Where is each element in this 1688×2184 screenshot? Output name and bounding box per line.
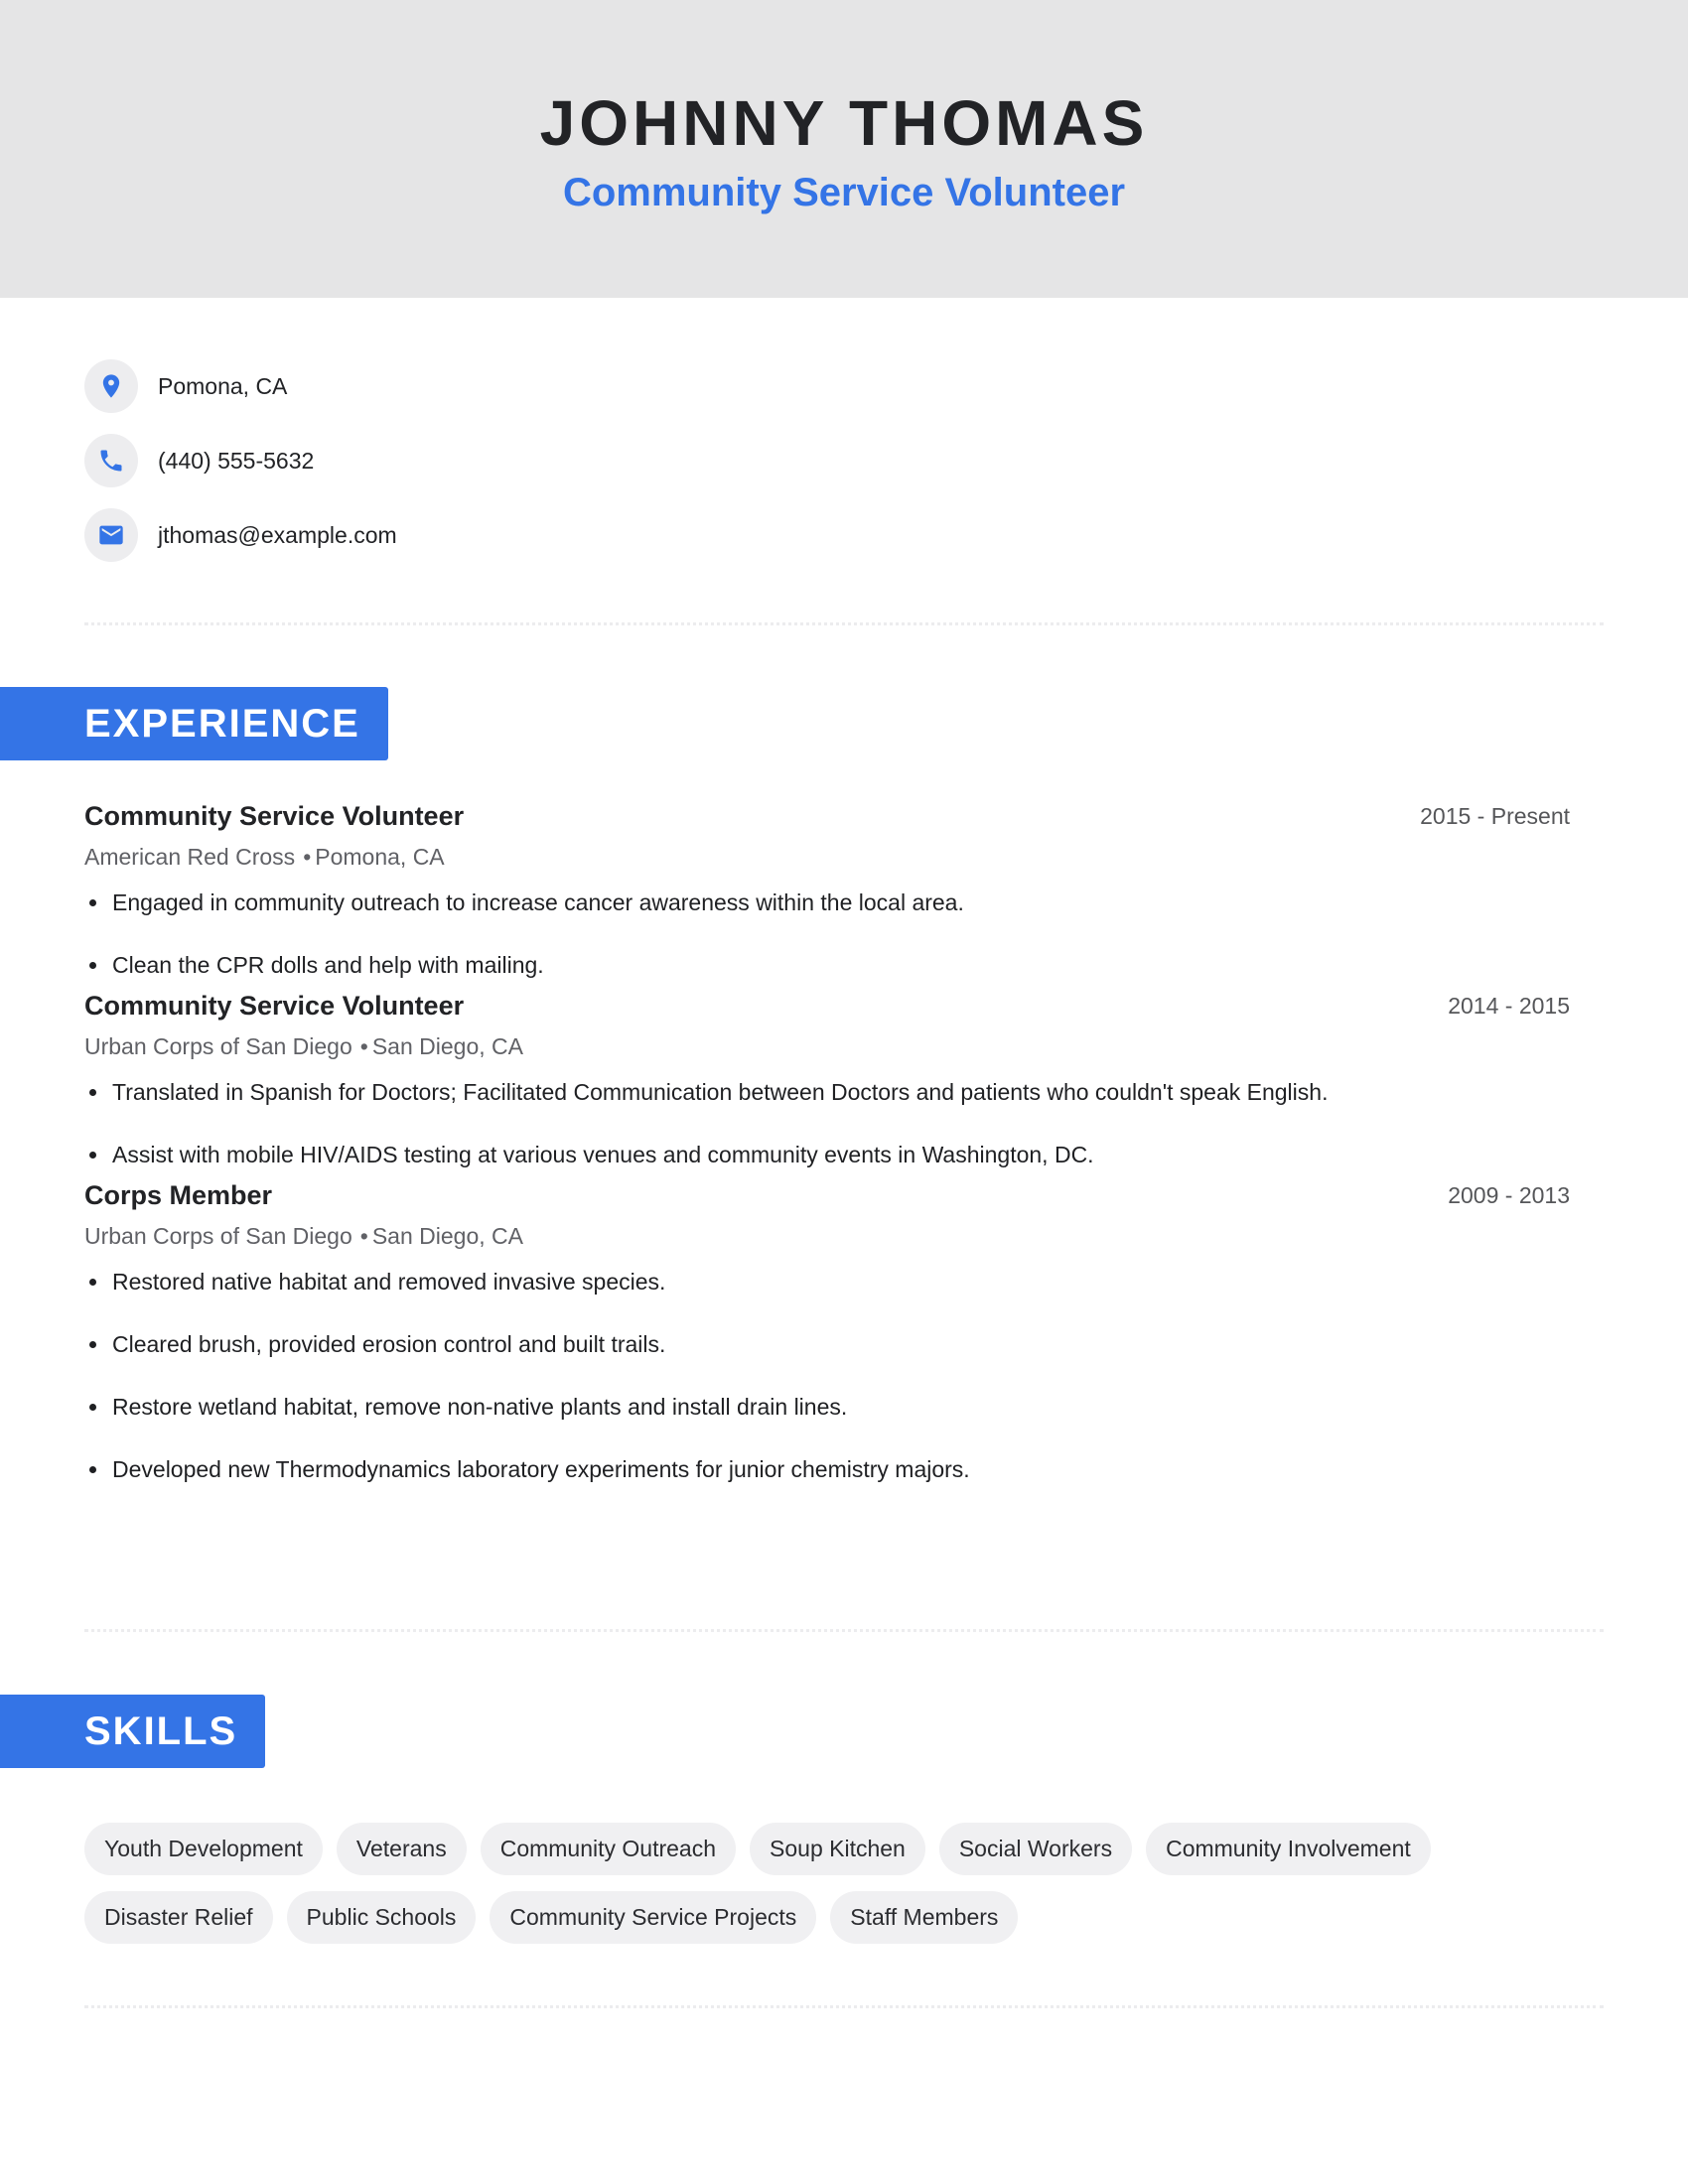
section-divider (84, 622, 1604, 625)
skill-chip: Staff Members (830, 1891, 1019, 1944)
job-org: American Red Cross (84, 844, 296, 870)
skill-chip: Social Workers (938, 1823, 1133, 1875)
phone-icon (84, 434, 138, 487)
job-bullets: Restored native habitat and removed inva… (84, 1267, 1570, 1484)
job-org: Urban Corps of San Diego (84, 1033, 352, 1059)
separator-dot: • (359, 1223, 368, 1249)
job-org-line: Urban Corps of San Diego • San Diego, CA (84, 1031, 1570, 1061)
bullet-item: Translated in Spanish for Doctors; Facil… (84, 1077, 1570, 1107)
location-pin-icon (84, 359, 138, 413)
job-bullets: Translated in Spanish for Doctors; Facil… (84, 1077, 1570, 1169)
job-org: Urban Corps of San Diego (84, 1223, 352, 1249)
job-org-line: Urban Corps of San Diego • San Diego, CA (84, 1221, 1570, 1251)
candidate-name: JOHNNY THOMAS (539, 87, 1149, 159)
contact-location: Pomona, CA (84, 359, 397, 413)
job-title: Corps Member (84, 1180, 273, 1210)
experience-entry: Community Service Volunteer 2015 - Prese… (84, 799, 1570, 980)
section-divider (84, 2005, 1604, 2008)
skill-chip: Community Outreach (480, 1823, 737, 1875)
separator-dot: • (359, 1033, 368, 1059)
job-title: Community Service Volunteer (84, 801, 465, 831)
skill-chip: Community Service Projects (490, 1891, 817, 1944)
job-location: San Diego, CA (371, 1223, 523, 1249)
contact-email: jthomas@example.com (84, 508, 397, 562)
job-date: 2014 - 2015 (1448, 993, 1570, 1019)
phone-text[interactable]: (440) 555-5632 (158, 448, 314, 475)
job-location: Pomona, CA (315, 844, 445, 870)
job-title: Community Service Volunteer (84, 991, 465, 1021)
email-icon (84, 508, 138, 562)
experience-heading: EXPERIENCE (0, 687, 388, 760)
experience-entry: Corps Member 2009 - 2013 Urban Corps of … (84, 1178, 1570, 1484)
skills-list: Youth Development Veterans Community Out… (84, 1823, 1604, 1944)
job-date: 2015 - Present (1420, 803, 1570, 829)
skill-chip: Community Involvement (1146, 1823, 1431, 1875)
job-org-line: American Red Cross • Pomona, CA (84, 842, 1570, 872)
job-date: 2009 - 2013 (1448, 1182, 1570, 1208)
skill-chip: Public Schools (286, 1891, 477, 1944)
bullet-item: Engaged in community outreach to increas… (84, 887, 1570, 917)
skills-heading: SKILLS (0, 1695, 265, 1768)
contact-list: Pomona, CA (440) 555-5632 jthomas@exampl… (84, 359, 397, 583)
job-bullets: Engaged in community outreach to increas… (84, 887, 1570, 980)
experience-list: Community Service Volunteer 2015 - Prese… (84, 799, 1570, 1493)
contact-phone: (440) 555-5632 (84, 434, 397, 487)
bullet-item: Cleared brush, provided erosion control … (84, 1329, 1570, 1359)
bullet-item: Restored native habitat and removed inva… (84, 1267, 1570, 1297)
skill-chip: Veterans (336, 1823, 467, 1875)
job-location: San Diego, CA (371, 1033, 523, 1059)
skill-chip: Youth Development (84, 1823, 323, 1875)
location-text: Pomona, CA (158, 372, 288, 399)
section-divider (84, 1629, 1604, 1632)
skill-chip: Disaster Relief (84, 1891, 273, 1944)
bullet-item: Restore wetland habitat, remove non-nati… (84, 1392, 1570, 1422)
bullet-item: Assist with mobile HIV/AIDS testing at v… (84, 1140, 1570, 1169)
experience-entry: Community Service Volunteer 2014 - 2015 … (84, 989, 1570, 1169)
skill-chip: Soup Kitchen (750, 1823, 925, 1875)
candidate-role: Community Service Volunteer (562, 171, 1126, 214)
bullet-item: Developed new Thermodynamics laboratory … (84, 1454, 1570, 1484)
resume-header: JOHNNY THOMAS Community Service Voluntee… (0, 0, 1688, 298)
separator-dot: • (303, 844, 312, 870)
email-text[interactable]: jthomas@example.com (158, 522, 397, 549)
bullet-item: Clean the CPR dolls and help with mailin… (84, 950, 1570, 980)
